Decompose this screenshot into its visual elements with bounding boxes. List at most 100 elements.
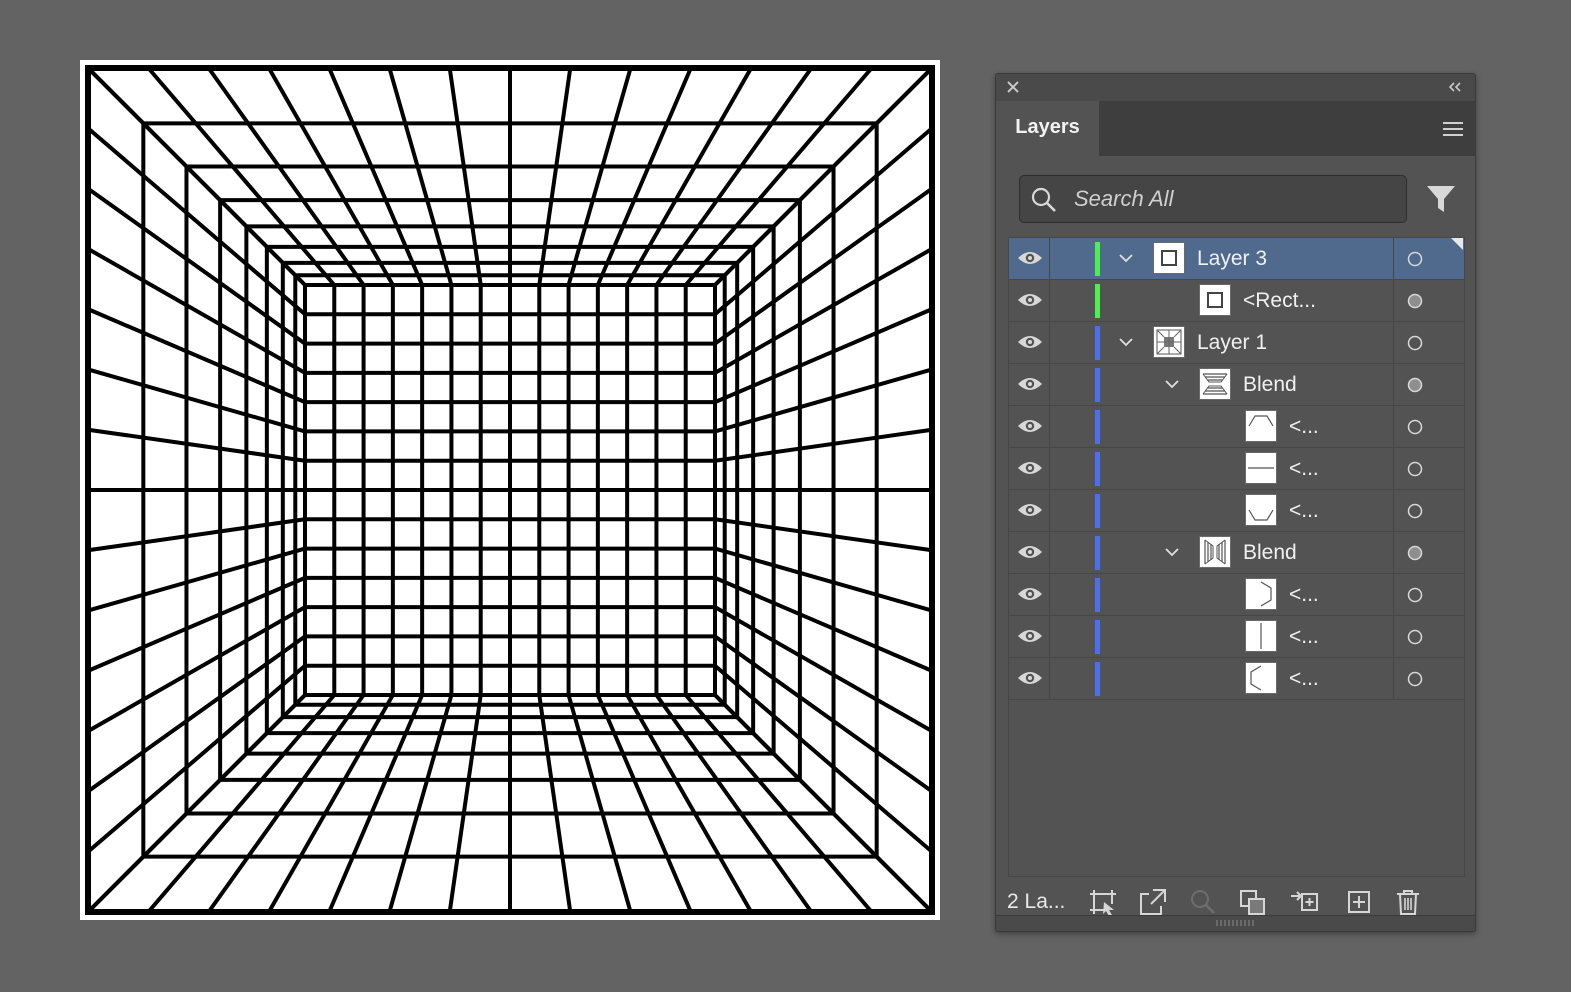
visibility-eye-icon[interactable] bbox=[1017, 627, 1043, 645]
collapse-panel-icon[interactable] bbox=[1445, 78, 1465, 96]
layer-name[interactable]: <... bbox=[1289, 658, 1319, 700]
layer-row[interactable]: Blend bbox=[1009, 364, 1464, 406]
layer-name[interactable]: Layer 1 bbox=[1197, 322, 1267, 364]
target-circle-icon[interactable] bbox=[1407, 251, 1423, 267]
layer-color-swatch bbox=[1095, 242, 1100, 276]
layer-row[interactable]: Layer 3 bbox=[1009, 238, 1464, 280]
column-divider bbox=[1393, 658, 1394, 700]
filter-icon[interactable] bbox=[1424, 182, 1458, 216]
layers-list: Layer 3 <Rect... Layer 1 Blend <... <... <... B… bbox=[1008, 237, 1465, 877]
column-divider bbox=[1049, 616, 1050, 658]
column-divider bbox=[1393, 532, 1394, 574]
panel-menu-icon[interactable] bbox=[1441, 119, 1465, 139]
export-icon[interactable] bbox=[1137, 888, 1167, 916]
column-divider bbox=[1049, 238, 1050, 280]
visibility-eye-icon[interactable] bbox=[1017, 291, 1043, 309]
search-input[interactable] bbox=[1074, 183, 1394, 215]
layer-name[interactable]: Blend bbox=[1243, 532, 1297, 574]
layer-thumbnail bbox=[1199, 536, 1231, 568]
layer-color-swatch bbox=[1095, 410, 1100, 444]
target-circle-icon[interactable] bbox=[1407, 629, 1423, 645]
layer-row[interactable]: Layer 1 bbox=[1009, 322, 1464, 364]
locate-object-icon[interactable] bbox=[1188, 888, 1218, 916]
visibility-eye-icon[interactable] bbox=[1017, 501, 1043, 519]
layer-color-swatch bbox=[1095, 536, 1100, 570]
chevron-down-icon[interactable] bbox=[1164, 377, 1180, 391]
column-divider bbox=[1393, 238, 1394, 280]
layer-color-swatch bbox=[1095, 326, 1100, 360]
visibility-eye-icon[interactable] bbox=[1017, 249, 1043, 267]
column-divider bbox=[1393, 616, 1394, 658]
visibility-eye-icon[interactable] bbox=[1017, 459, 1043, 477]
layer-thumbnail bbox=[1245, 662, 1277, 694]
layer-color-swatch bbox=[1095, 368, 1100, 402]
layer-row[interactable]: <Rect... bbox=[1009, 280, 1464, 322]
create-sublayer-icon[interactable] bbox=[1289, 888, 1319, 916]
chevron-down-icon[interactable] bbox=[1118, 251, 1134, 265]
layer-name[interactable]: Blend bbox=[1243, 364, 1297, 406]
target-circle-icon[interactable] bbox=[1407, 293, 1423, 309]
layer-row[interactable]: <... bbox=[1009, 616, 1464, 658]
close-icon[interactable] bbox=[1004, 78, 1022, 96]
search-icon bbox=[1031, 187, 1056, 212]
target-circle-icon[interactable] bbox=[1407, 503, 1423, 519]
layer-thumbnail bbox=[1153, 242, 1185, 274]
visibility-eye-icon[interactable] bbox=[1017, 333, 1043, 351]
visibility-eye-icon[interactable] bbox=[1017, 417, 1043, 435]
search-box[interactable] bbox=[1019, 175, 1407, 223]
trash-icon[interactable] bbox=[1393, 888, 1423, 916]
layer-row[interactable]: <... bbox=[1009, 490, 1464, 532]
column-divider bbox=[1393, 322, 1394, 364]
column-divider bbox=[1393, 364, 1394, 406]
layer-thumbnail bbox=[1245, 494, 1277, 526]
target-circle-icon[interactable] bbox=[1407, 419, 1423, 435]
layer-row[interactable]: <... bbox=[1009, 574, 1464, 616]
artboard-grid-room[interactable] bbox=[80, 60, 940, 920]
resize-grip[interactable] bbox=[996, 915, 1475, 931]
panel-titlebar[interactable] bbox=[996, 74, 1475, 101]
visibility-eye-icon[interactable] bbox=[1017, 669, 1043, 687]
chevron-down-icon[interactable] bbox=[1118, 335, 1134, 349]
layer-name[interactable]: <... bbox=[1289, 490, 1319, 532]
layer-color-swatch bbox=[1095, 494, 1100, 528]
target-circle-icon[interactable] bbox=[1407, 461, 1423, 477]
layer-color-swatch bbox=[1095, 578, 1100, 612]
target-circle-icon[interactable] bbox=[1407, 377, 1423, 393]
target-circle-icon[interactable] bbox=[1407, 587, 1423, 603]
column-divider bbox=[1049, 658, 1050, 700]
layer-thumbnail bbox=[1245, 410, 1277, 442]
visibility-eye-icon[interactable] bbox=[1017, 543, 1043, 561]
column-divider bbox=[1393, 280, 1394, 322]
layer-thumbnail bbox=[1199, 368, 1231, 400]
layer-row[interactable]: <... bbox=[1009, 658, 1464, 700]
selection-corner-marker bbox=[1451, 238, 1463, 250]
layers-panel: Layers Layer 3<Rect...Layer 1Blend<...<.… bbox=[995, 73, 1476, 932]
visibility-eye-icon[interactable] bbox=[1017, 585, 1043, 603]
layer-name[interactable]: <... bbox=[1289, 448, 1319, 490]
visibility-eye-icon[interactable] bbox=[1017, 375, 1043, 393]
chevron-down-icon[interactable] bbox=[1164, 545, 1180, 559]
layer-row[interactable]: <... bbox=[1009, 406, 1464, 448]
column-divider bbox=[1049, 532, 1050, 574]
make-clipping-mask-icon[interactable] bbox=[1238, 888, 1268, 916]
new-layer-icon[interactable] bbox=[1344, 888, 1374, 916]
layer-name[interactable]: <... bbox=[1289, 616, 1319, 658]
layer-name[interactable]: <Rect... bbox=[1243, 280, 1316, 322]
layer-name[interactable]: <... bbox=[1289, 406, 1319, 448]
grip-icon bbox=[1216, 920, 1254, 926]
target-circle-icon[interactable] bbox=[1407, 335, 1423, 351]
layer-name[interactable]: Layer 3 bbox=[1197, 238, 1267, 280]
collect-for-export-icon[interactable] bbox=[1088, 888, 1118, 916]
panel-tab-row: Layers bbox=[996, 101, 1475, 156]
target-circle-icon[interactable] bbox=[1407, 671, 1423, 687]
layer-row[interactable]: <... bbox=[1009, 448, 1464, 490]
target-circle-icon[interactable] bbox=[1407, 545, 1423, 561]
column-divider bbox=[1393, 406, 1394, 448]
column-divider bbox=[1049, 448, 1050, 490]
perspective-grid-lines bbox=[85, 65, 935, 915]
layer-thumbnail bbox=[1245, 620, 1277, 652]
layer-name[interactable]: <... bbox=[1289, 574, 1319, 616]
column-divider bbox=[1049, 280, 1050, 322]
tab-layers[interactable]: Layers bbox=[996, 101, 1099, 156]
layer-row[interactable]: Blend bbox=[1009, 532, 1464, 574]
